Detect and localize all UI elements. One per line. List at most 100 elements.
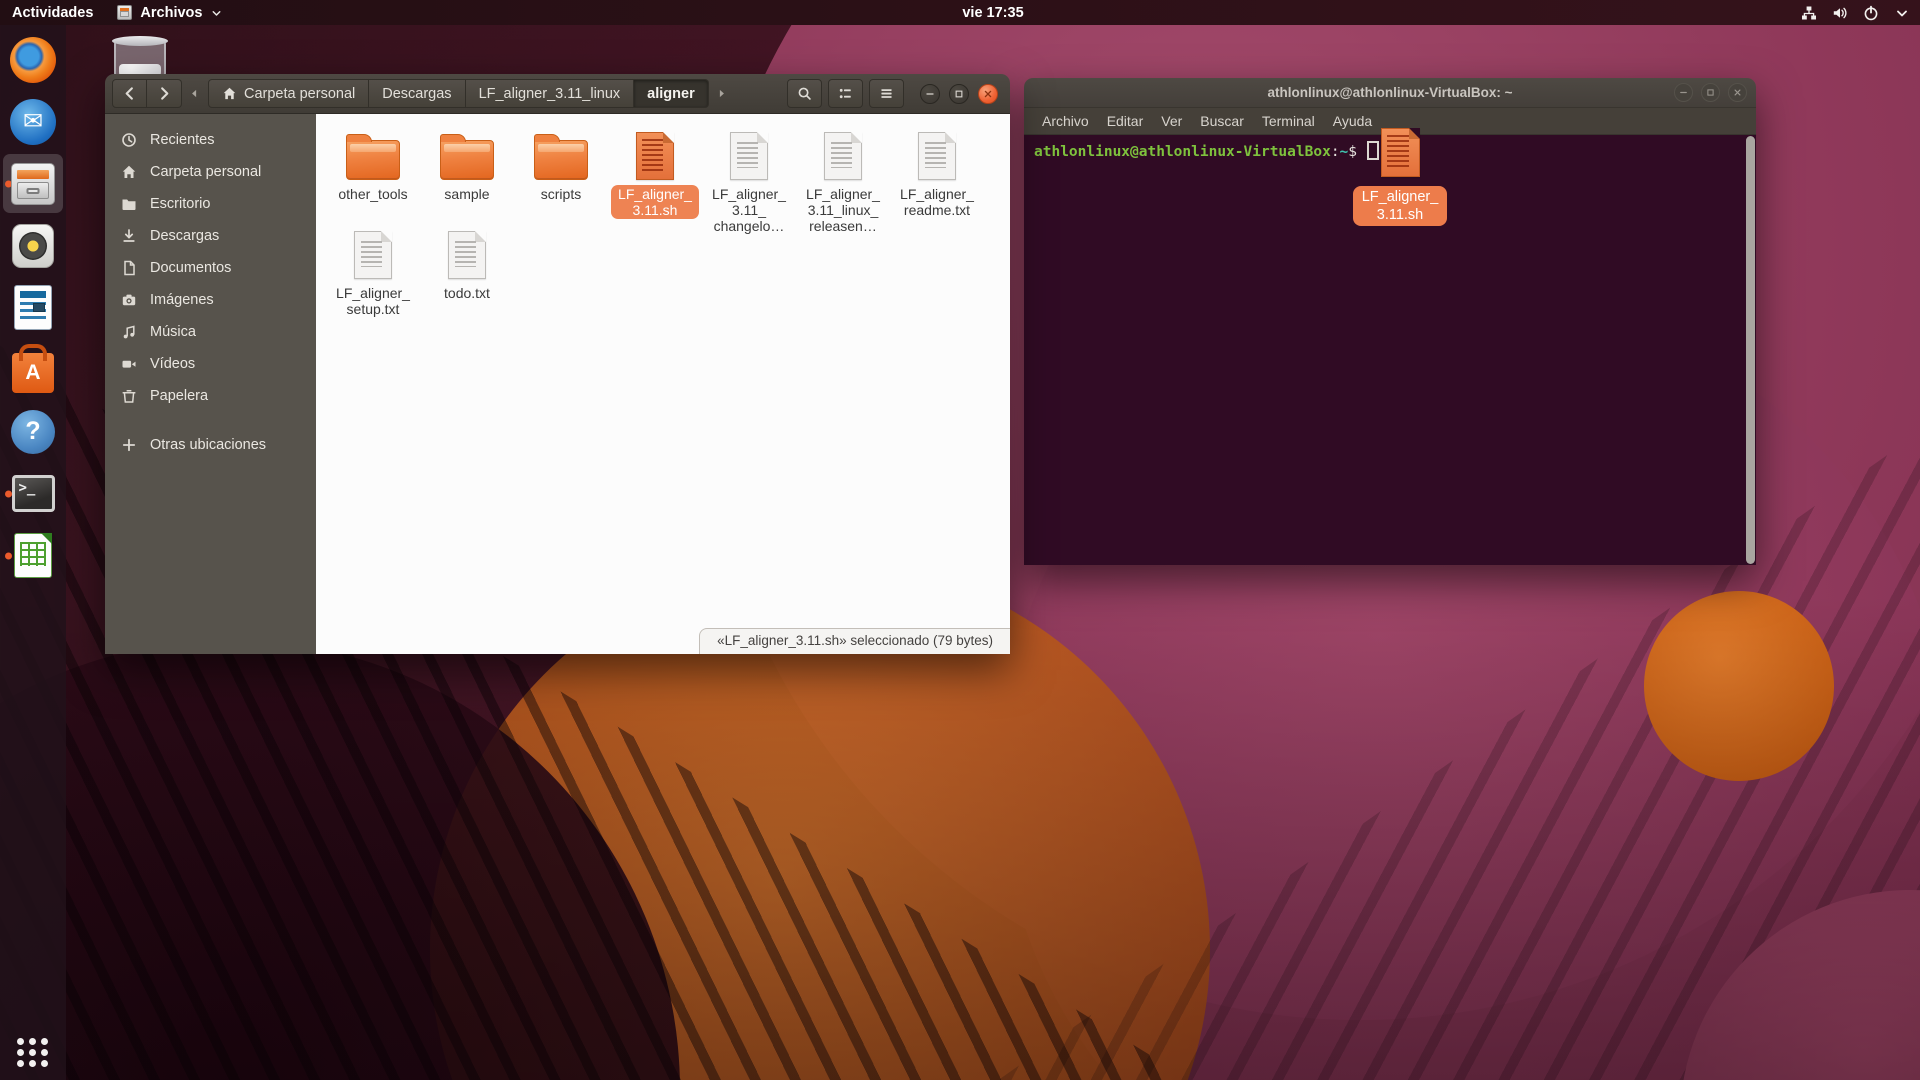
app-menu-button[interactable]: Archivos xyxy=(117,5,223,21)
forward-button[interactable] xyxy=(147,79,182,108)
breadcrumb-scroll-left-icon[interactable] xyxy=(188,87,202,100)
close-icon xyxy=(1732,87,1743,98)
video-icon xyxy=(121,356,137,372)
rhythmbox-icon xyxy=(12,224,54,268)
terminal-minimize-button[interactable] xyxy=(1674,83,1693,102)
sidebar-item-m-sica[interactable]: Música xyxy=(105,316,316,348)
breadcrumb-descargas[interactable]: Descargas xyxy=(369,79,465,108)
dock-terminal[interactable]: >_ xyxy=(3,464,63,523)
terminal-scrollbar[interactable] xyxy=(1746,136,1755,564)
dock-firefox[interactable] xyxy=(3,30,63,89)
terminal-menu-ayuda[interactable]: Ayuda xyxy=(1324,113,1381,129)
back-icon xyxy=(122,86,137,101)
file-sample[interactable]: sample xyxy=(420,132,514,231)
sidebar-item-recientes[interactable]: Recientes xyxy=(105,124,316,156)
breadcrumb-aligner[interactable]: aligner xyxy=(634,79,709,108)
document-icon xyxy=(121,260,137,276)
terminal-window-controls xyxy=(1674,83,1747,102)
file-label: LF_aligner_3.11_linux_releasen… xyxy=(799,185,887,236)
camera-icon xyxy=(121,292,137,308)
breadcrumb-label: aligner xyxy=(647,86,695,102)
prompt-colon: : xyxy=(1331,144,1340,160)
forward-icon xyxy=(157,86,172,101)
files-content[interactable]: other_toolssample scripts LF_aligner_3.11.… xyxy=(316,114,1010,654)
folder-icon xyxy=(346,140,400,180)
terminal-title: athlonlinux@athlonlinux-VirtualBox: ~ xyxy=(1267,85,1512,100)
maximize-button[interactable] xyxy=(949,84,969,104)
sidebar-item-descargas[interactable]: Descargas xyxy=(105,220,316,252)
home-icon xyxy=(121,164,137,180)
file-lf-aligner-3-11-linux-releasen[interactable]: LF_aligner_3.11_linux_releasen… xyxy=(796,132,890,231)
activities-button[interactable]: Actividades xyxy=(12,5,93,21)
minimize-icon xyxy=(924,88,936,100)
clock-icon xyxy=(121,132,137,148)
file-lf-aligner-3-11-changelo[interactable]: LF_aligner_3.11_changelo… xyxy=(702,132,796,231)
maximize-icon xyxy=(953,88,965,100)
menu-button[interactable] xyxy=(869,79,904,108)
search-button[interactable] xyxy=(787,79,822,108)
sidebar-item-papelera[interactable]: Papelera xyxy=(105,380,316,412)
file-lf-aligner-3-11-sh[interactable]: LF_aligner_3.11.sh xyxy=(608,132,702,231)
back-button[interactable] xyxy=(112,79,147,108)
sidebar-item-carpeta-personal[interactable]: Carpeta personal xyxy=(105,156,316,188)
file-label: LF_aligner_3.11.sh xyxy=(611,185,699,219)
terminal-menu-archivo[interactable]: Archivo xyxy=(1033,113,1098,129)
breadcrumb-label: Descargas xyxy=(382,86,451,102)
dock-thunderbird[interactable]: ✉ xyxy=(3,92,63,151)
chevron-down-icon[interactable] xyxy=(1894,5,1910,21)
terminal-titlebar[interactable]: athlonlinux@athlonlinux-VirtualBox: ~ xyxy=(1024,78,1756,108)
file-lf-aligner-readme-txt[interactable]: LF_aligner_readme.txt xyxy=(890,132,984,231)
software-icon: A xyxy=(12,353,54,393)
sidebar-item-escritorio[interactable]: Escritorio xyxy=(105,188,316,220)
text-file-icon xyxy=(730,132,768,180)
file-grid: other_toolssample scripts LF_aligner_3.11.… xyxy=(316,114,1010,330)
home-icon xyxy=(222,86,237,101)
clock[interactable]: vie 17:35 xyxy=(962,5,1023,21)
terminal-menu-ver[interactable]: Ver xyxy=(1152,113,1191,129)
system-indicators xyxy=(1801,0,1910,25)
file-label: todo.txt xyxy=(437,284,497,302)
sidebar-item-documentos[interactable]: Documentos xyxy=(105,252,316,284)
breadcrumb-label: Carpeta personal xyxy=(244,86,355,102)
window-controls xyxy=(920,84,998,104)
minimize-button[interactable] xyxy=(920,84,940,104)
sidebar-item-label: Escritorio xyxy=(150,196,210,212)
file-todo-txt[interactable]: todo.txt xyxy=(420,231,514,330)
volume-icon[interactable] xyxy=(1832,5,1848,21)
close-button[interactable] xyxy=(978,84,998,104)
script-file-icon xyxy=(636,132,674,180)
dock-items: ✉ A?>_ xyxy=(3,30,63,588)
file-lf-aligner-setup-txt[interactable]: LF_aligner_setup.txt xyxy=(326,231,420,330)
sidebar-item-v-deos[interactable]: Vídeos xyxy=(105,348,316,380)
dock-files[interactable] xyxy=(3,154,63,213)
terminal-maximize-button[interactable] xyxy=(1701,83,1720,102)
show-applications-button[interactable] xyxy=(17,1038,49,1067)
sidebar-item-im-genes[interactable]: Imágenes xyxy=(105,284,316,316)
dock-writer[interactable] xyxy=(3,278,63,337)
dock-calc[interactable] xyxy=(3,526,63,585)
breadcrumb-carpeta-personal[interactable]: Carpeta personal xyxy=(208,79,369,108)
files-headerbar[interactable]: Carpeta personal Descargas LF_aligner_3.11… xyxy=(105,74,1010,114)
terminal-menu-buscar[interactable]: Buscar xyxy=(1191,113,1253,129)
view-toggle-button[interactable] xyxy=(828,79,863,108)
view-list-icon xyxy=(838,86,853,101)
sidebar-item-label: Papelera xyxy=(150,388,208,404)
terminal-menu-terminal[interactable]: Terminal xyxy=(1253,113,1324,129)
network-icon[interactable] xyxy=(1801,5,1817,21)
file-label: scripts xyxy=(534,185,588,203)
music-icon xyxy=(121,324,137,340)
file-other-tools[interactable]: other_tools xyxy=(326,132,420,231)
terminal-menu-editar[interactable]: Editar xyxy=(1098,113,1153,129)
trash-icon xyxy=(121,388,137,404)
sidebar-item-label: Carpeta personal xyxy=(150,164,261,180)
dock-rhythmbox[interactable] xyxy=(3,216,63,275)
file-scripts[interactable]: scripts xyxy=(514,132,608,231)
terminal-close-button[interactable] xyxy=(1728,83,1747,102)
dock-help[interactable]: ? xyxy=(3,402,63,461)
dock-software[interactable]: A xyxy=(3,340,63,399)
file-label: LF_aligner_setup.txt xyxy=(329,284,417,318)
sidebar-item-otras-ubicaciones[interactable]: Otras ubicaciones xyxy=(105,429,316,461)
breadcrumb-scroll-right-icon[interactable] xyxy=(715,87,729,100)
breadcrumb-lf-aligner-3-11-linux[interactable]: LF_aligner_3.11_linux xyxy=(466,79,635,108)
power-icon[interactable] xyxy=(1863,5,1879,21)
